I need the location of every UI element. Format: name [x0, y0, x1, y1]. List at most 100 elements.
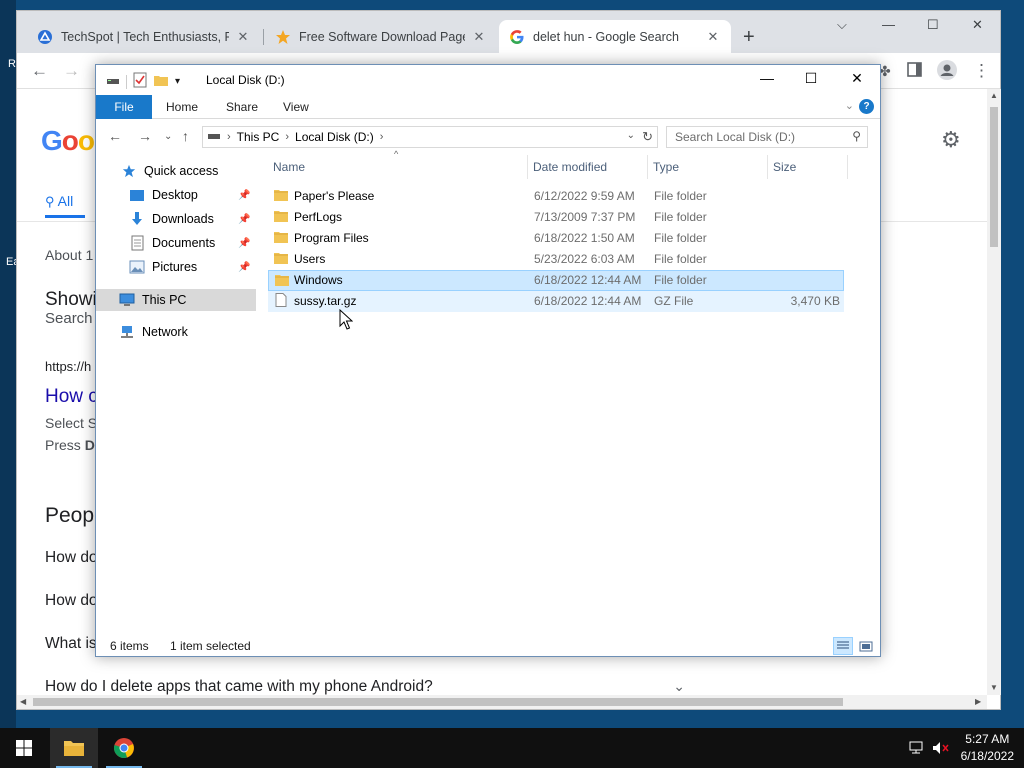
- tab-title: TechSpot | Tech Enthusiasts, Pow: [61, 29, 229, 44]
- breadcrumb-separator-icon[interactable]: ›: [285, 131, 289, 143]
- file-row[interactable]: Users 5/23/2022 6:03 AM File folder: [268, 249, 844, 270]
- file-row[interactable]: Paper's Please 6/12/2022 9:59 AM File fo…: [268, 186, 844, 207]
- nav-quick-access[interactable]: Quick access: [120, 160, 218, 182]
- breadcrumb-separator-icon[interactable]: ›: [380, 131, 384, 143]
- file-name: PerfLogs: [294, 210, 343, 224]
- drive-icon[interactable]: [106, 74, 120, 89]
- tab-view[interactable]: View: [271, 95, 321, 119]
- properties-icon[interactable]: [133, 72, 147, 91]
- profile-avatar-icon[interactable]: [937, 60, 957, 85]
- file-row[interactable]: sussy.tar.gz 6/18/2022 12:44 AM GZ File …: [268, 291, 844, 312]
- volume-muted-icon[interactable]: [932, 728, 950, 768]
- nav-downloads[interactable]: Downloads: [128, 208, 214, 230]
- search-instead-text[interactable]: Search: [45, 310, 93, 327]
- nav-network[interactable]: Network: [118, 321, 188, 343]
- folder-icon: [274, 253, 288, 264]
- result-url[interactable]: https://h: [45, 359, 91, 374]
- folder-icon: [274, 232, 288, 243]
- close-tab-icon[interactable]: ✕: [705, 29, 721, 45]
- start-button[interactable]: [0, 728, 48, 768]
- result-snippet: Select S: [45, 415, 98, 431]
- details-view-icon[interactable]: [833, 637, 853, 655]
- search-input[interactable]: Search Local Disk (D:) ⚲: [666, 126, 868, 148]
- close-icon[interactable]: ✕: [972, 17, 983, 33]
- breadcrumb-local-disk[interactable]: Local Disk (D:): [295, 130, 374, 144]
- minimize-icon[interactable]: —: [752, 70, 782, 86]
- maximize-icon[interactable]: ☐: [796, 70, 826, 87]
- close-icon[interactable]: ✕: [842, 70, 872, 87]
- scroll-down-arrow-icon[interactable]: ▼: [990, 683, 998, 692]
- documents-icon: [128, 235, 146, 251]
- tab-google-search[interactable]: delet hun - Google Search ✕: [499, 20, 731, 53]
- column-header-type[interactable]: Type: [648, 155, 768, 179]
- close-tab-icon[interactable]: ✕: [235, 29, 251, 45]
- scroll-up-arrow-icon[interactable]: ▲: [990, 91, 998, 100]
- taskbar-chrome[interactable]: [100, 728, 148, 768]
- recent-locations-chevron-icon[interactable]: ⌄: [164, 131, 172, 142]
- result-title-link[interactable]: How c: [45, 386, 98, 408]
- file-row[interactable]: Program Files 6/18/2022 1:50 AM File fol…: [268, 228, 844, 249]
- new-folder-icon[interactable]: [153, 73, 169, 90]
- scroll-left-arrow-icon[interactable]: ◀: [20, 697, 26, 706]
- nav-pictures[interactable]: Pictures: [128, 256, 197, 278]
- nav-this-pc[interactable]: This PC: [96, 289, 256, 311]
- large-icons-view-icon[interactable]: [856, 637, 876, 655]
- maximize-icon[interactable]: ☐: [927, 17, 939, 33]
- breadcrumb-separator-icon[interactable]: ›: [227, 131, 231, 143]
- address-dropdown-chevron-icon[interactable]: ⌄: [627, 130, 635, 141]
- pin-icon[interactable]: 📌: [238, 190, 250, 201]
- back-arrow-icon[interactable]: ←: [31, 61, 48, 81]
- separator: [126, 74, 127, 89]
- breadcrumb-this-pc[interactable]: This PC: [237, 130, 280, 144]
- scroll-right-arrow-icon[interactable]: ▶: [975, 697, 981, 706]
- file-date: 6/18/2022 12:44 AM: [534, 273, 642, 287]
- column-header-date-modified[interactable]: Date modified: [528, 155, 648, 179]
- scrollbar-thumb[interactable]: [990, 107, 998, 247]
- star-icon: [275, 29, 291, 45]
- tab-techspot[interactable]: TechSpot | Tech Enthusiasts, Pow ✕: [27, 20, 261, 53]
- nav-documents[interactable]: Documents: [128, 232, 215, 254]
- system-clock[interactable]: 5:27 AM 6/18/2022: [961, 731, 1014, 765]
- network-tray-icon[interactable]: [908, 728, 926, 768]
- tab-all[interactable]: ⚲ All: [45, 193, 73, 210]
- scrollbar-thumb[interactable]: [33, 698, 843, 706]
- tab-search-chevron-icon[interactable]: ⌵: [837, 17, 847, 33]
- tab-file[interactable]: File: [96, 95, 152, 119]
- taskbar-file-explorer[interactable]: [50, 728, 98, 768]
- file-row[interactable]: PerfLogs 7/13/2009 7:37 PM File folder: [268, 207, 844, 228]
- column-header-size[interactable]: Size: [768, 155, 848, 179]
- pin-icon[interactable]: 📌: [238, 238, 250, 249]
- up-arrow-icon[interactable]: ↑: [182, 128, 189, 144]
- help-icon[interactable]: ?: [859, 99, 874, 114]
- side-panel-icon[interactable]: [907, 62, 922, 82]
- vertical-scrollbar[interactable]: ▲ ▼: [987, 89, 1001, 695]
- tab-title: Free Software Download Page -: [299, 29, 465, 44]
- close-tab-icon[interactable]: ✕: [471, 29, 487, 45]
- google-logo[interactable]: Goo: [41, 125, 95, 157]
- forward-arrow-icon[interactable]: →: [138, 128, 152, 144]
- customize-toolbar-chevron-icon[interactable]: ▾: [175, 76, 180, 87]
- back-arrow-icon[interactable]: ←: [108, 128, 122, 144]
- tab-free-software[interactable]: Free Software Download Page - ✕: [265, 20, 497, 53]
- tab-home[interactable]: Home: [154, 95, 210, 119]
- refresh-icon[interactable]: ↻: [642, 129, 653, 145]
- expand-ribbon-chevron-icon[interactable]: ⌄: [845, 99, 854, 112]
- nav-desktop[interactable]: Desktop: [128, 184, 198, 206]
- paa-question[interactable]: How do I delete apps that came with my p…: [45, 678, 685, 695]
- file-date: 5/23/2022 6:03 AM: [534, 252, 635, 266]
- menu-kebab-icon[interactable]: ⋮: [973, 61, 990, 81]
- horizontal-scrollbar[interactable]: ◀ ▶: [17, 695, 987, 709]
- file-row[interactable]: Windows 6/18/2022 12:44 AM File folder: [268, 270, 844, 291]
- address-bar[interactable]: › This PC › Local Disk (D:) › ⌄ ↻: [202, 126, 658, 148]
- pin-icon[interactable]: 📌: [238, 262, 250, 273]
- tab-share[interactable]: Share: [214, 95, 270, 119]
- new-tab-button[interactable]: +: [743, 26, 755, 49]
- ribbon-tabs: File Home Share View ⌄ ?: [96, 95, 880, 119]
- folder-icon: [64, 741, 84, 756]
- nav-label: Quick access: [144, 164, 219, 178]
- column-header-name[interactable]: Name: [268, 155, 528, 179]
- gear-icon[interactable]: ⚙: [941, 127, 961, 153]
- pin-icon[interactable]: 📌: [238, 214, 250, 225]
- minimize-icon[interactable]: —: [882, 17, 895, 32]
- forward-arrow-icon[interactable]: →: [63, 61, 80, 81]
